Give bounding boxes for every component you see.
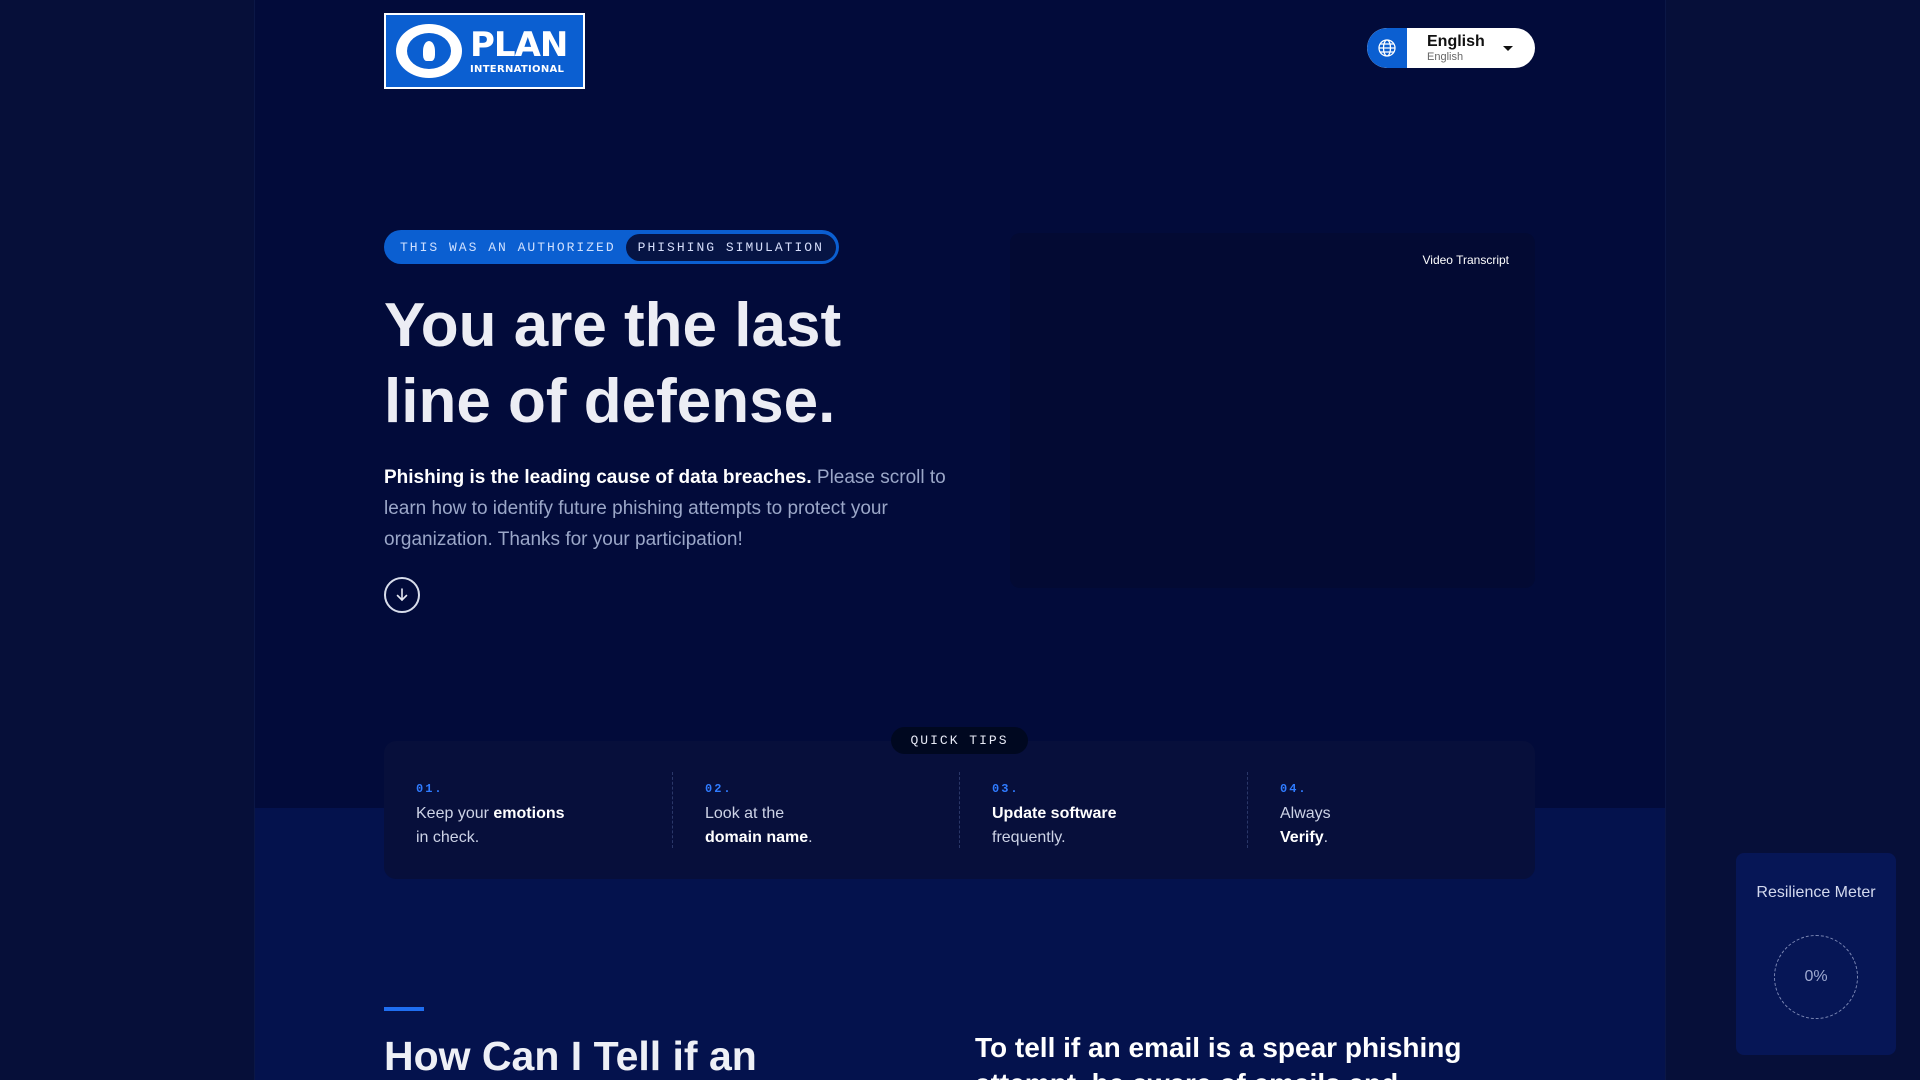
logo-subtitle: INTERNATIONAL (470, 63, 565, 75)
globe-icon (1367, 28, 1407, 68)
hero-title-line1: You are the last (384, 291, 842, 360)
scroll-down-button[interactable] (384, 577, 420, 613)
tip-item: 01. Keep your emotions in check. (384, 772, 672, 848)
language-selector[interactable]: English English (1367, 28, 1535, 68)
tip-number: 02. (705, 782, 733, 796)
chevron-down-icon (1503, 46, 1513, 51)
logo-wordmark: PLAN (470, 24, 568, 65)
resilience-meter-value: 0% (1804, 968, 1828, 985)
tip-item: 03. Update software frequently. (959, 772, 1247, 848)
resilience-meter-ring: 0% (1774, 935, 1858, 1019)
video-player[interactable]: Video Transcript (1010, 233, 1535, 588)
resilience-meter: Resilience Meter 0% (1736, 853, 1896, 1055)
video-transcript-link[interactable]: Video Transcript (1423, 253, 1510, 267)
logo-emblem-icon (396, 24, 462, 78)
pill-text-simulation: PHISHING SIMULATION (625, 233, 836, 261)
tip-number: 03. (992, 782, 1020, 796)
tip-text: Update software frequently. (992, 805, 1117, 846)
language-native: English (1427, 50, 1464, 63)
tip-number: 01. (416, 782, 444, 796)
section-title: How Can I Tell if an (384, 1033, 757, 1079)
quick-tips-label: QUICK TIPS (891, 727, 1028, 754)
hero-description: Phishing is the leading cause of data br… (384, 462, 964, 555)
arrow-down-icon (396, 588, 408, 602)
resilience-meter-title: Resilience Meter (1756, 884, 1876, 901)
section-subtitle: To tell if an email is a spear phishing … (975, 1032, 1462, 1080)
simulation-notice-pill: THIS WAS AN AUTHORIZED PHISHING SIMULATI… (384, 230, 839, 264)
tip-text: Always Verify. (1280, 805, 1331, 846)
tip-item: 02. Look at the domain name. (672, 772, 960, 848)
hero-description-bold: Phishing is the leading cause of data br… (384, 467, 812, 488)
tip-text: Look at the domain name. (705, 805, 813, 846)
tip-item: 04. Always Verify. (1247, 772, 1535, 848)
hero-title: You are the last line of defense. (384, 288, 984, 440)
tip-text: Keep your emotions in check. (416, 805, 565, 846)
left-gutter (0, 0, 255, 1080)
plan-international-logo[interactable]: PLAN INTERNATIONAL (384, 13, 585, 89)
tip-number: 04. (1280, 782, 1308, 796)
section-accent-line (384, 1007, 424, 1011)
hero-title-line2: line of defense. (384, 367, 836, 436)
language-selected: English (1427, 32, 1485, 50)
pill-text-authorized: THIS WAS AN AUTHORIZED (400, 239, 616, 255)
